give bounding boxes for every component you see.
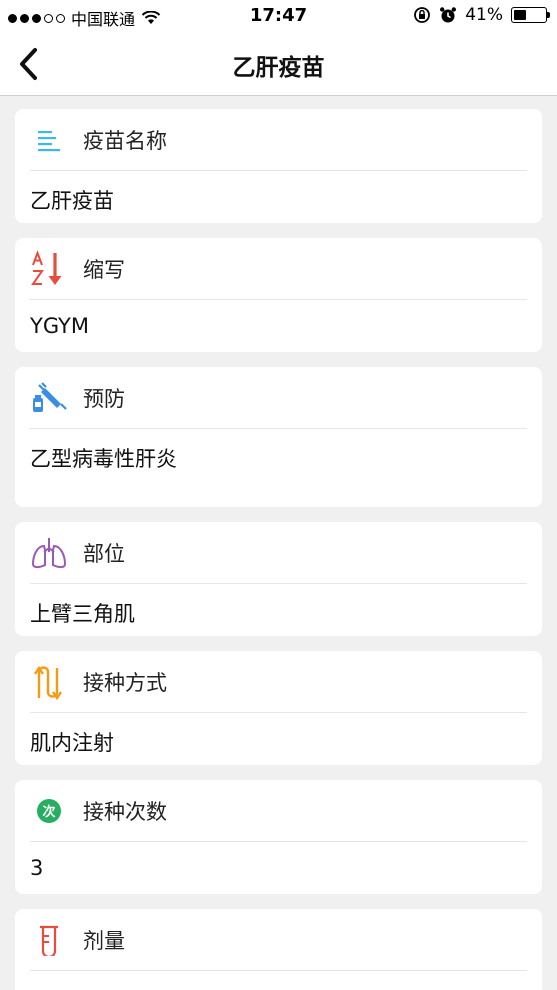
sort-az-icon bbox=[30, 249, 68, 288]
card-label: 部位 bbox=[83, 541, 125, 566]
card-value bbox=[30, 971, 527, 990]
card-label: 接种次数 bbox=[83, 799, 167, 824]
status-bar: 中国联通 17:47 41% bbox=[0, 0, 557, 32]
tube-icon bbox=[30, 921, 68, 959]
vaccine-detail-list[interactable]: 疫苗名称 乙肝疫苗 缩写 YGYM 预防 乙型病毒性肝炎 部位 上臂三角肌 接种… bbox=[0, 96, 557, 990]
card-header: 接种方式 bbox=[30, 651, 527, 713]
battery-percent: 41% bbox=[465, 5, 503, 25]
card-site: 部位 上臂三角肌 bbox=[15, 522, 542, 636]
syringe-icon bbox=[30, 379, 68, 417]
card-label: 疫苗名称 bbox=[83, 128, 167, 153]
card-value: 上臂三角肌 bbox=[30, 602, 135, 626]
card-label: 接种方式 bbox=[83, 670, 167, 695]
card-value: 3 bbox=[30, 856, 44, 880]
card-method: 接种方式 肌内注射 bbox=[15, 651, 542, 765]
count-badge-text: 次 bbox=[37, 798, 61, 823]
card-vaccine-name: 疫苗名称 乙肝疫苗 bbox=[15, 109, 542, 223]
card-header: 疫苗名称 bbox=[30, 109, 527, 171]
nav-bar: 乙肝疫苗 bbox=[0, 32, 557, 96]
page-title: 乙肝疫苗 bbox=[232, 55, 325, 81]
card-header: 缩写 bbox=[30, 238, 527, 300]
card-header: 次 接种次数 bbox=[30, 780, 527, 842]
card-value: 肌内注射 bbox=[30, 731, 114, 755]
card-label: 预防 bbox=[83, 386, 125, 411]
count-badge-icon: 次 bbox=[30, 792, 68, 830]
battery-level bbox=[514, 10, 527, 20]
card-header: 剂量 bbox=[30, 909, 527, 971]
rotation-lock-icon bbox=[414, 7, 431, 23]
lungs-icon bbox=[30, 534, 68, 572]
card-dosage: 剂量 bbox=[15, 909, 542, 990]
card-prevention: 预防 乙型病毒性肝炎 bbox=[15, 367, 542, 507]
card-header: 预防 bbox=[30, 367, 527, 429]
card-value: YGYM bbox=[30, 314, 90, 338]
alarm-icon bbox=[440, 7, 457, 23]
card-dose-count: 次 接种次数 3 bbox=[15, 780, 542, 894]
battery-icon bbox=[511, 7, 550, 23]
updown-arrows-icon bbox=[30, 663, 68, 701]
card-header: 部位 bbox=[30, 522, 527, 584]
card-value: 乙型病毒性肝炎 bbox=[30, 447, 177, 471]
status-right: 41% bbox=[413, 5, 550, 25]
card-label: 缩写 bbox=[83, 257, 125, 282]
list-icon bbox=[30, 121, 68, 159]
card-abbreviation: 缩写 YGYM bbox=[15, 238, 542, 352]
card-value: 乙肝疫苗 bbox=[30, 189, 114, 213]
card-label: 剂量 bbox=[83, 928, 125, 953]
